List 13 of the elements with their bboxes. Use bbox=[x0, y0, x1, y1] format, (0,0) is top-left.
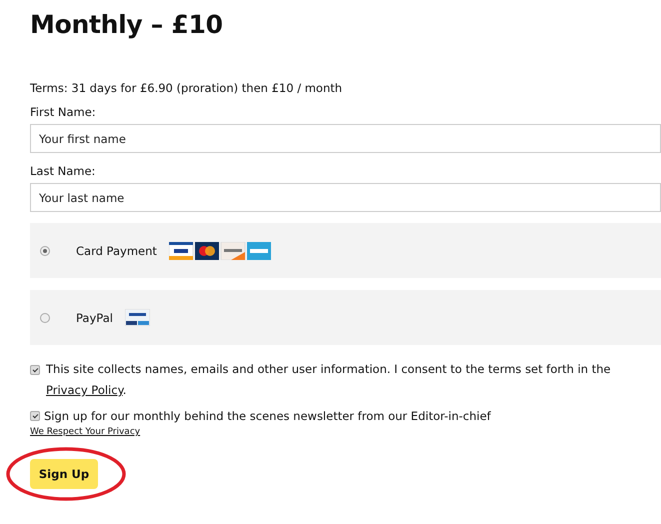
input-field[interactable]: Your first name bbox=[30, 124, 661, 153]
privacy-link[interactable]: We Respect Your Privacy bbox=[30, 427, 140, 437]
field-label: First Name: bbox=[30, 105, 97, 119]
payment-label: Card Payment bbox=[76, 244, 157, 258]
terms-text: Terms: 31 days for £6.90 (proration) then £10 / month bbox=[30, 81, 344, 95]
newsletter-text: Sign up for our monthly behind the scenes newsletter from our Editor-in-chief bbox=[44, 409, 491, 423]
plan-title: Monthly – £10 bbox=[30, 10, 224, 39]
field-label: Last Name: bbox=[30, 164, 96, 178]
consent-text: This site collects names, emails and other user information. I consent to the terms set forth in the Privacy Policy. bbox=[46, 361, 612, 399]
input-field[interactable]: Your last name bbox=[30, 183, 661, 212]
sign-up-button[interactable]: Sign Up bbox=[30, 459, 98, 489]
privacy-policy-link[interactable]: Privacy Policy bbox=[46, 383, 123, 397]
payment-label: PayPal bbox=[76, 310, 113, 324]
